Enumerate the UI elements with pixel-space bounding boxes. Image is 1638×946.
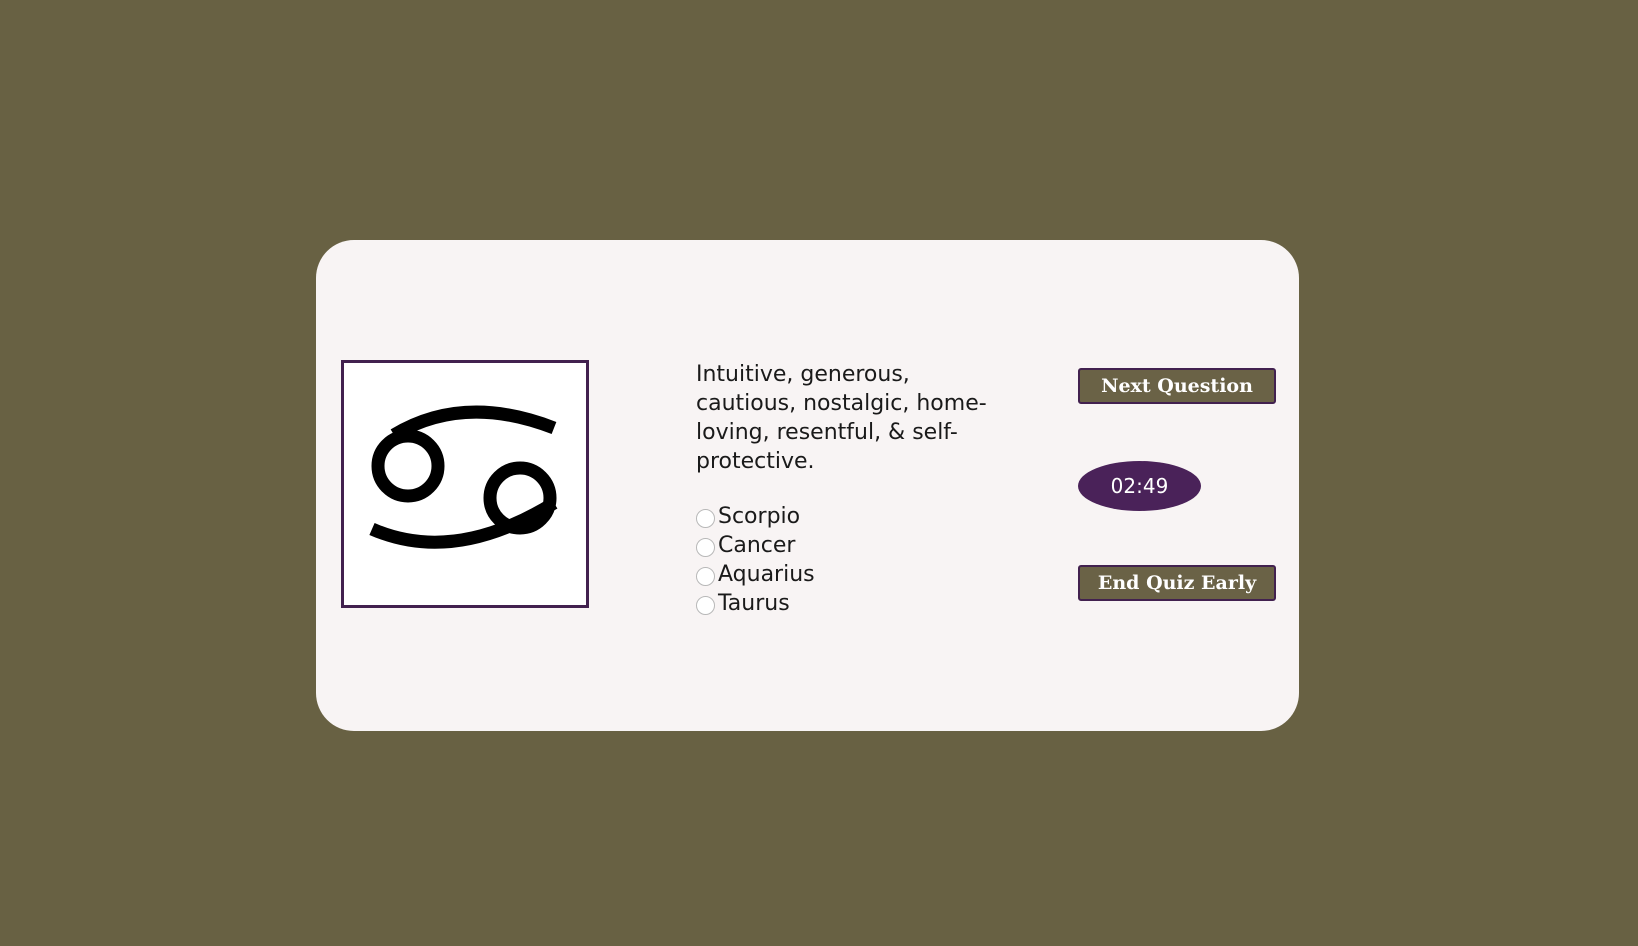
option-label: Scorpio	[718, 504, 801, 529]
cancer-zodiac-icon	[369, 405, 558, 549]
option-cancer[interactable]: Cancer	[696, 531, 815, 560]
radio-button[interactable]	[696, 509, 715, 528]
quiz-card: Intuitive, generous, cautious, nostalgic…	[316, 240, 1299, 731]
question-text: Intuitive, generous, cautious, nostalgic…	[696, 362, 987, 474]
option-taurus[interactable]: Taurus	[696, 589, 815, 618]
radio-button[interactable]	[696, 538, 715, 557]
end-quiz-early-button[interactable]: End Quiz Early	[1078, 565, 1276, 601]
option-label: Cancer	[718, 533, 796, 558]
zodiac-sign-image	[341, 360, 589, 608]
option-label: Taurus	[718, 591, 790, 616]
answer-options: Scorpio Cancer Aquarius Taurus	[696, 502, 815, 618]
option-label: Aquarius	[718, 562, 815, 587]
radio-button[interactable]	[696, 596, 715, 615]
next-question-button[interactable]: Next Question	[1078, 368, 1276, 404]
option-scorpio[interactable]: Scorpio	[696, 502, 815, 531]
countdown-timer: 02:49	[1078, 461, 1201, 511]
option-aquarius[interactable]: Aquarius	[696, 560, 815, 589]
radio-button[interactable]	[696, 567, 715, 586]
